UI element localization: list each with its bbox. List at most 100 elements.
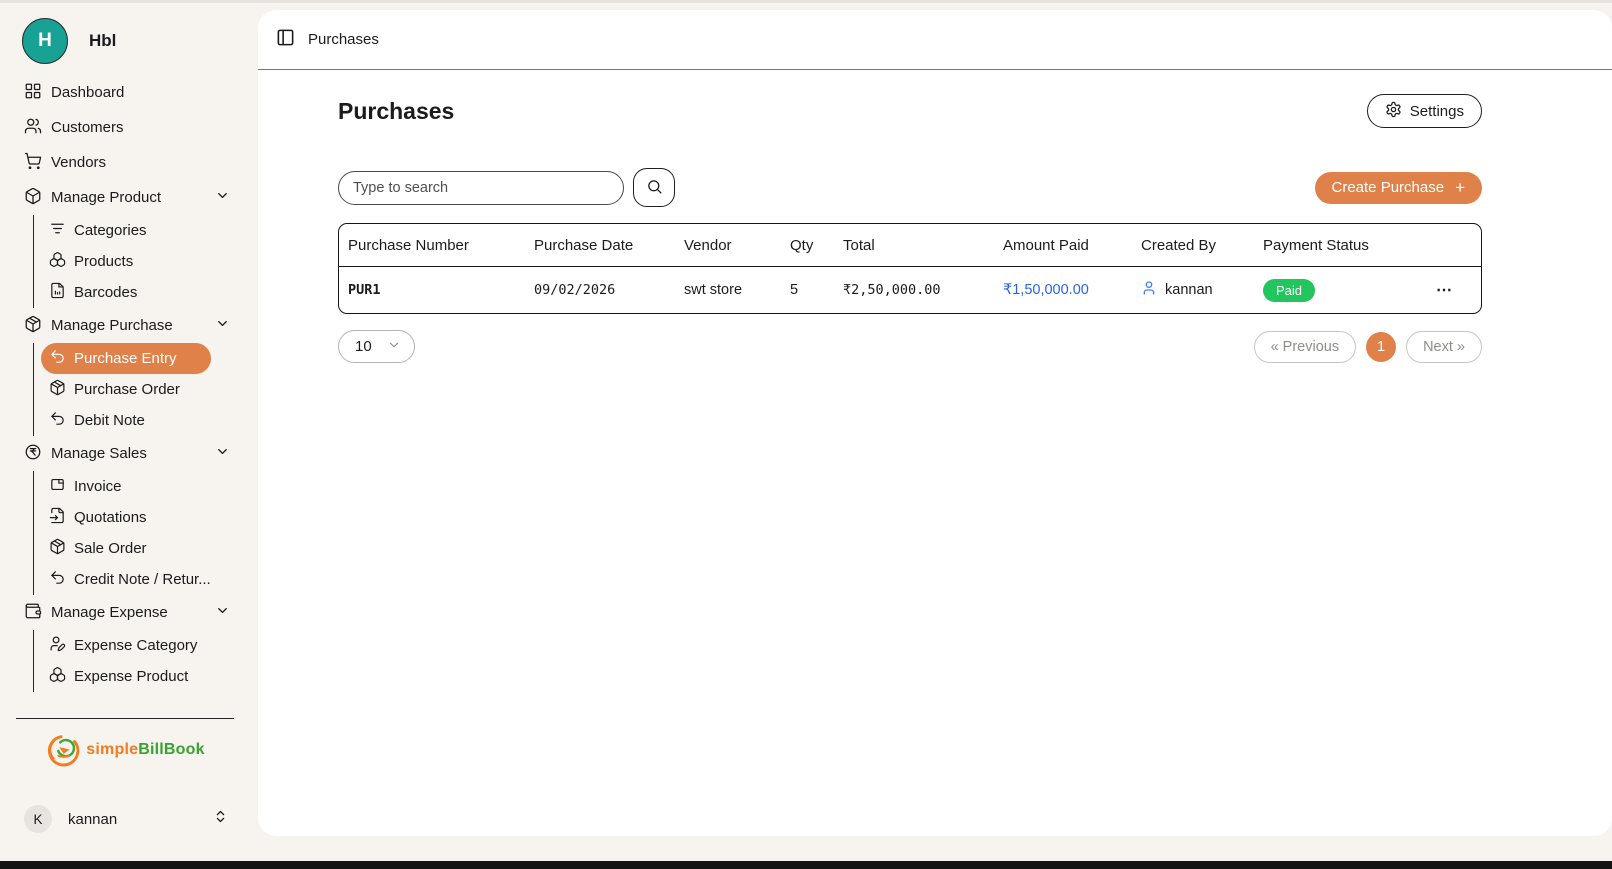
user-avatar: K [24, 805, 52, 833]
search-input[interactable] [338, 171, 624, 205]
user-pen-icon [49, 635, 66, 656]
sidebar-group-label: Manage Sales [51, 445, 147, 462]
table-row: PUR1 09/02/2026 swt store 5 ₹2,50,000.00… [339, 266, 1481, 313]
sidebar-item-invoice[interactable]: Invoice [41, 471, 211, 502]
manage-product-sublist: Categories Products Barcodes [33, 215, 250, 308]
users-icon [24, 117, 42, 139]
sidebar-item-sale-order[interactable]: Sale Order [41, 533, 211, 564]
sidebar-item-credit-note[interactable]: Credit Note / Retur... [41, 564, 211, 595]
column-header-created-by: Created By [1132, 237, 1254, 254]
filter-lines-icon [49, 220, 66, 241]
status-badge: Paid [1263, 279, 1315, 302]
window-bottom-edge [0, 861, 1612, 869]
sidebar-item-products[interactable]: Products [41, 246, 211, 277]
user-menu[interactable]: K kannan [24, 805, 228, 833]
panel-left-icon[interactable] [276, 28, 295, 51]
rows-per-page-value: 10 [355, 338, 372, 355]
plus-icon: + [1455, 178, 1465, 198]
sidebar-item-expense-category[interactable]: Expense Category [41, 630, 211, 661]
settings-label: Settings [1410, 103, 1464, 120]
company-name: Hbl [89, 31, 116, 51]
package-icon [49, 538, 66, 559]
current-page-button[interactable]: 1 [1366, 332, 1396, 362]
cell-created-by: kannan [1132, 280, 1254, 300]
column-header-qty: Qty [781, 237, 834, 254]
company-logo-avatar: H [22, 18, 68, 64]
sidebar-item-label: Debit Note [74, 412, 145, 429]
sidebar-item-expense-product[interactable]: Expense Product [41, 661, 211, 692]
cell-amount-paid-link[interactable]: ₹1,50,000.00 [994, 282, 1132, 298]
package-icon [24, 187, 42, 209]
sidebar-item-label: Purchase Order [74, 381, 180, 398]
next-page-button[interactable]: Next » [1406, 331, 1482, 363]
main-panel: Purchases Purchases Settings Create Purc… [258, 10, 1612, 836]
sidebar-item-dashboard[interactable]: Dashboard [0, 75, 250, 110]
undo-arrow-icon [49, 348, 66, 369]
sidebar-item-customers[interactable]: Customers [0, 110, 250, 145]
create-purchase-label: Create Purchase [1332, 179, 1445, 196]
sidebar-item-quotations[interactable]: Quotations [41, 502, 211, 533]
sidebar-group-manage-sales[interactable]: Manage Sales [0, 436, 250, 471]
chevron-down-icon [387, 338, 401, 356]
invoice-icon [49, 476, 66, 497]
search-button[interactable] [633, 168, 675, 207]
sidebar-item-label: Customers [51, 119, 124, 136]
cell-vendor: swt store [675, 282, 781, 298]
sidebar-item-label: Expense Category [74, 637, 197, 654]
sidebar-group-manage-product[interactable]: Manage Product [0, 180, 250, 215]
sidebar-item-vendors[interactable]: Vendors [0, 145, 250, 180]
settings-button[interactable]: Settings [1367, 94, 1482, 128]
purchases-table: Purchase Number Purchase Date Vendor Qty… [338, 223, 1482, 314]
sidebar-item-label: Invoice [74, 478, 122, 495]
chevron-down-icon [215, 603, 230, 622]
sidebar-item-label: Purchase Entry [74, 350, 177, 367]
previous-page-button[interactable]: « Previous [1254, 331, 1357, 363]
wallet-icon [24, 602, 42, 624]
ellipsis-icon: ⋯ [1436, 282, 1453, 299]
column-header-payment-status: Payment Status [1254, 237, 1394, 254]
sidebar-group-manage-expense[interactable]: Manage Expense [0, 595, 250, 630]
sidebar-item-categories[interactable]: Categories [41, 215, 211, 246]
sidebar-item-label: Sale Order [74, 540, 147, 557]
sidebar-item-label: Barcodes [74, 284, 137, 301]
cart-icon [24, 152, 42, 174]
table-header-row: Purchase Number Purchase Date Vendor Qty… [339, 224, 1481, 266]
sidebar-item-label: Products [74, 253, 133, 270]
sidebar-group-label: Manage Purchase [51, 317, 173, 334]
brand-logo: simpleBillBook [0, 731, 250, 769]
sidebar-item-label: Categories [74, 222, 147, 239]
gear-icon [1385, 101, 1402, 122]
boxes-icon [49, 666, 66, 687]
undo-arrow-icon [49, 410, 66, 431]
column-header-vendor: Vendor [675, 237, 781, 254]
user-name: kannan [68, 811, 117, 828]
sidebar-item-label: Vendors [51, 154, 106, 171]
chevron-down-icon [215, 188, 230, 207]
sidebar-item-debit-note[interactable]: Debit Note [41, 405, 211, 436]
undo-arrow-icon [49, 569, 66, 590]
sidebar-item-purchase-entry[interactable]: Purchase Entry [41, 343, 211, 374]
sidebar-item-label: Quotations [74, 509, 147, 526]
column-header-amount-paid: Amount Paid [994, 237, 1132, 254]
sidebar-group-label: Manage Expense [51, 604, 168, 621]
sidebar-item-label: Expense Product [74, 668, 188, 685]
dashboard-grid-icon [24, 82, 42, 104]
chevron-down-icon [215, 444, 230, 463]
cell-qty: 5 [781, 282, 834, 298]
sidebar-group-manage-purchase[interactable]: Manage Purchase [0, 308, 250, 343]
cell-purchase-number: PUR1 [339, 282, 525, 298]
cell-purchase-date: 09/02/2026 [525, 282, 675, 298]
sidebar-divider [16, 718, 234, 719]
pagination: 10 « Previous 1 Next » [338, 330, 1482, 363]
sidebar-item-purchase-order[interactable]: Purchase Order [41, 374, 211, 405]
manage-sales-sublist: Invoice Quotations Sale Order Credit Not… [33, 471, 250, 595]
sidebar-nav: Dashboard Customers Vendors Manage Produ… [0, 75, 250, 692]
sidebar-item-barcodes[interactable]: Barcodes [41, 277, 211, 308]
rows-per-page-select[interactable]: 10 [338, 330, 415, 363]
app-screen: H Hbl Dashboard Customers Vendors Manage… [0, 0, 1612, 869]
row-actions-menu[interactable]: ⋯ [1394, 280, 1481, 300]
column-header-purchase-number: Purchase Number [339, 237, 525, 254]
simplebillbook-logo-icon [45, 731, 83, 769]
create-purchase-button[interactable]: Create Purchase + [1315, 172, 1483, 204]
cell-total: ₹2,50,000.00 [834, 282, 994, 298]
